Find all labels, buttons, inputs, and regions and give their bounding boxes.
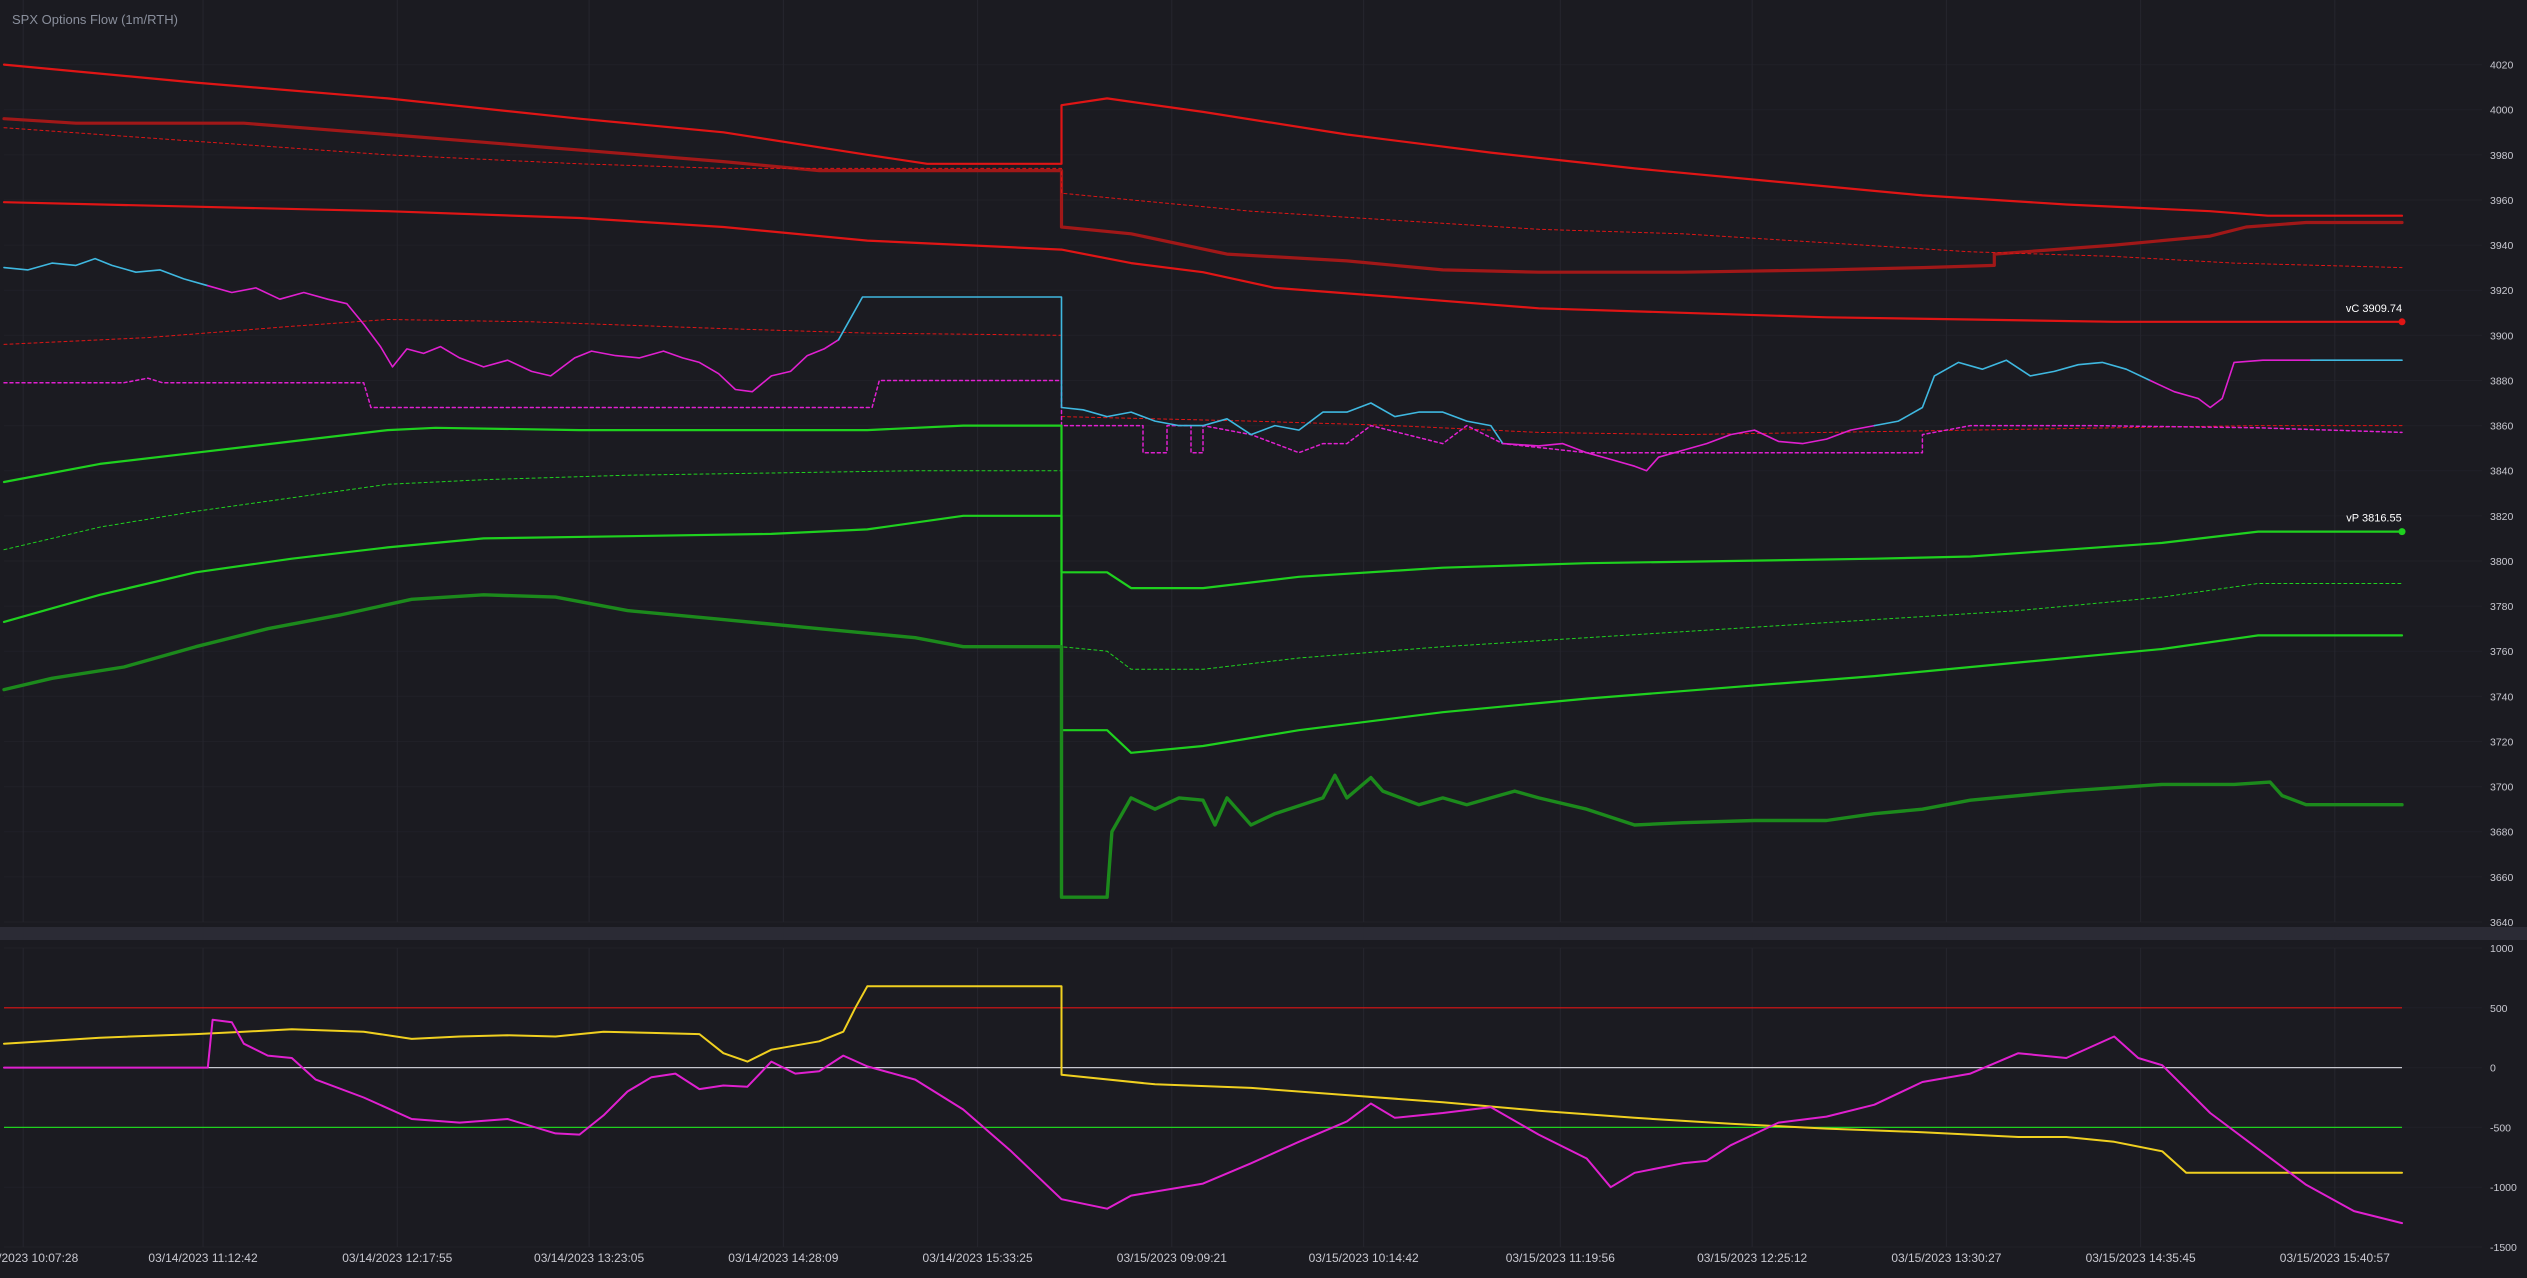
price-y-tick-label: 3940 (2490, 240, 2514, 252)
price-y-tick-label: 3800 (2490, 556, 2514, 568)
osc-y-tick-label: -1500 (2490, 1242, 2517, 1254)
x-tick-label: 03/14/2023 15:33:25 (923, 1251, 1033, 1265)
x-tick-label: 03/15/2023 11:19:56 (1506, 1251, 1616, 1265)
price-y-tick-label: 3680 (2490, 827, 2514, 839)
annotation-label: vP 3816.55 (2346, 513, 2401, 525)
osc-y-tick-label: 500 (2490, 1003, 2508, 1015)
options-flow-chart: SPX Options Flow (1m/RTH) 03/14/2023 10:… (0, 0, 2527, 1273)
annotation-dot (2398, 528, 2406, 536)
price-y-tick-label: 3640 (2490, 917, 2514, 929)
x-tick-label: 03/15/2023 15:40:57 (2280, 1251, 2390, 1265)
price-y-tick-label: 4000 (2490, 105, 2514, 117)
chart-title: SPX Options Flow (1m/RTH) (12, 12, 178, 27)
price-y-tick-label: 3860 (2490, 421, 2514, 433)
price-y-tick-label: 3740 (2490, 691, 2514, 703)
osc-y-tick-label: -1000 (2490, 1182, 2517, 1194)
x-tick-label: 03/15/2023 14:35:45 (2086, 1251, 2196, 1265)
price-y-tick-label: 3920 (2490, 285, 2514, 297)
price-y-tick-label: 3700 (2490, 782, 2514, 794)
price-y-tick-label: 3660 (2490, 872, 2514, 884)
price-y-tick-label: 3760 (2490, 646, 2514, 658)
x-tick-label: 03/14/2023 13:23:05 (534, 1251, 644, 1265)
x-tick-label: 03/15/2023 12:25:12 (1697, 1251, 1807, 1265)
price-y-tick-label: 3820 (2490, 511, 2514, 523)
price-y-tick-label: 4020 (2490, 60, 2514, 72)
chart-svg: 03/14/2023 10:07:2803/14/2023 11:12:4203… (0, 0, 2527, 1273)
x-tick-label: 03/15/2023 13:30:27 (1891, 1251, 2001, 1265)
price-y-tick-label: 3900 (2490, 330, 2514, 342)
osc-y-tick-label: 1000 (2490, 943, 2514, 955)
annotation-label: vC 3909.74 (2346, 303, 2402, 315)
x-tick-label: 03/14/2023 11:12:42 (148, 1251, 258, 1265)
osc-y-tick-label: 0 (2490, 1063, 2496, 1075)
price-y-tick-label: 3980 (2490, 150, 2514, 162)
price-y-tick-label: 3720 (2490, 736, 2514, 748)
panel-separator (0, 927, 2527, 940)
osc-y-tick-label: -500 (2490, 1122, 2511, 1134)
chart-background (0, 0, 2527, 1273)
x-tick-label: 03/14/2023 10:07:28 (0, 1251, 79, 1265)
annotation-dot (2398, 318, 2406, 326)
x-tick-label: 03/15/2023 09:09:21 (1117, 1251, 1227, 1265)
x-tick-label: 03/14/2023 14:28:09 (728, 1251, 838, 1265)
x-tick-label: 03/15/2023 10:14:42 (1309, 1251, 1419, 1265)
price-y-tick-label: 3780 (2490, 601, 2514, 613)
price-y-tick-label: 3960 (2490, 195, 2514, 207)
x-tick-label: 03/14/2023 12:17:55 (342, 1251, 452, 1265)
price-y-tick-label: 3840 (2490, 466, 2514, 478)
price-y-tick-label: 3880 (2490, 375, 2514, 387)
